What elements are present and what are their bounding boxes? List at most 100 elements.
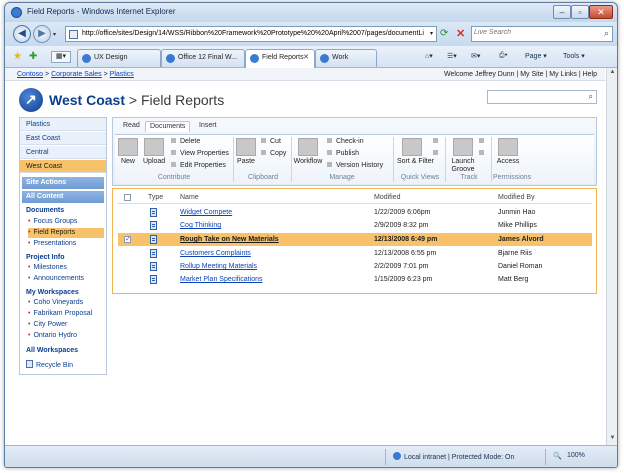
vertical-scrollbar[interactable]: ▲ ▼ (606, 68, 617, 445)
welcome-links[interactable]: Welcome Jeffrey Dunn | My Site | My Link… (444, 71, 597, 78)
document-name-link[interactable]: Rough Take on New Materials (180, 236, 279, 243)
document-name-link[interactable]: Rollup Meeting Materials (180, 263, 257, 270)
quick-tabs-button[interactable]: ▦▾ (51, 51, 71, 63)
site-search-box[interactable]: ⌕ (487, 90, 597, 104)
tab-field-reports[interactable]: Field Reports ✕ (245, 49, 315, 68)
zoom-icon[interactable]: 🔍 (553, 452, 562, 460)
tab-work[interactable]: Work (315, 49, 377, 67)
home-icon[interactable]: ⌂▾ (425, 52, 433, 60)
edit-properties-button[interactable]: Edit Properties (171, 161, 226, 171)
tab-ux-design[interactable]: UX Design (77, 49, 161, 67)
breadcrumb-plastics[interactable]: Plastics (110, 71, 134, 78)
nav-group-project-info[interactable]: Project Info (26, 254, 65, 261)
nav-announcements[interactable]: Announcements (28, 274, 104, 284)
nav-all-workspaces[interactable]: All Workspaces (26, 347, 78, 354)
document-name-link[interactable]: Market Plan Specifications (180, 276, 262, 283)
maximize-button[interactable]: ▫ (571, 5, 589, 19)
track-option-1[interactable] (479, 137, 484, 147)
history-dropdown-icon[interactable]: ▾ (53, 31, 56, 38)
zoom-level[interactable]: 100% (567, 452, 585, 459)
breadcrumb-contoso[interactable]: Contoso (17, 71, 43, 78)
nav-site-west-coast[interactable]: West Coast (20, 160, 106, 173)
track-option-2[interactable] (479, 149, 484, 159)
column-modified[interactable]: Modified (374, 194, 400, 201)
nav-group-my-workspaces[interactable]: My Workspaces (26, 289, 79, 296)
document-name-link[interactable]: Cog Thinking (180, 222, 221, 229)
ribbon-tab-read[interactable]: Read (119, 121, 144, 132)
publish-button[interactable]: Publish (327, 149, 359, 159)
table-row-selected[interactable]: Rough Take on New Materials 12/13/2008 6… (118, 233, 592, 246)
close-button[interactable]: ✕ (589, 5, 613, 19)
add-favorite-icon[interactable]: ✚ (29, 51, 37, 62)
sort-filter-button[interactable]: Sort & Filter (397, 138, 434, 165)
refresh-icon[interactable]: ⟳ (440, 28, 448, 39)
table-row[interactable]: Customers Complaints 12/13/2008 6:55 pm … (118, 247, 592, 260)
mail-icon[interactable]: ✉▾ (471, 52, 480, 60)
scroll-up-icon[interactable]: ▲ (608, 69, 617, 78)
chevron-down-icon[interactable]: ▾ (430, 30, 433, 37)
nav-ontario-hydro[interactable]: Ontario Hydro (28, 331, 104, 341)
all-content-link[interactable]: All Content (22, 191, 104, 203)
live-search-input[interactable] (474, 29, 594, 36)
delete-button[interactable]: Delete (171, 137, 200, 147)
document-name-link[interactable]: Customers Complaints (180, 250, 251, 257)
table-row[interactable]: Rollup Meeting Materials 2/2/2009 7:01 p… (118, 260, 592, 273)
cut-button[interactable]: Cut (261, 137, 281, 147)
paste-button[interactable]: Paste (235, 138, 257, 165)
workflow-button[interactable]: Workflow (293, 138, 323, 165)
page-menu[interactable]: Page ▾ (525, 52, 547, 60)
forward-button[interactable]: ▶ (33, 25, 51, 43)
nav-milestones[interactable]: Milestones (28, 263, 104, 273)
version-history-button[interactable]: Version History (327, 161, 383, 171)
tools-menu[interactable]: Tools ▾ (563, 52, 585, 60)
copy-button[interactable]: Copy (261, 149, 286, 159)
site-actions-menu[interactable]: Site Actions (22, 177, 104, 189)
access-button[interactable]: Access (495, 138, 521, 165)
nav-presentations[interactable]: Presentations (28, 239, 104, 249)
breadcrumb-corporate-sales[interactable]: Corporate Sales (51, 71, 102, 78)
close-tab-icon[interactable]: ✕ (303, 53, 309, 61)
nav-group-documents[interactable]: Documents (26, 207, 64, 214)
live-search-box[interactable]: ⌕ (471, 26, 613, 42)
view-properties-button[interactable]: View Properties (171, 149, 229, 159)
scroll-down-icon[interactable]: ▼ (608, 435, 617, 444)
check-in-button[interactable]: Check-in (327, 137, 364, 147)
column-name[interactable]: Name (180, 194, 199, 201)
print-icon[interactable]: ⎙▾ (499, 52, 508, 60)
column-type[interactable]: Type (148, 194, 163, 201)
table-row[interactable]: Cog Thinking 2/9/2009 8:32 pm Mike Phill… (118, 219, 592, 232)
nav-field-reports[interactable]: Field Reports (28, 228, 104, 238)
ribbon-tab-insert[interactable]: Insert (195, 121, 221, 132)
site-search-input[interactable] (490, 92, 580, 102)
recycle-bin-link[interactable]: Recycle Bin (26, 360, 73, 369)
nav-city-power[interactable]: City Power (28, 320, 104, 330)
nav-site-central[interactable]: Central (20, 146, 106, 159)
nav-coho-vineyards[interactable]: Coho Vineyards (28, 298, 104, 308)
feeds-icon[interactable]: ☰▾ (447, 52, 457, 60)
document-name-link[interactable]: Widget Compete (180, 209, 232, 216)
nav-fabrikam-proposal[interactable]: Fabrikam Proposal (28, 309, 104, 319)
search-icon[interactable]: ⌕ (589, 92, 593, 102)
url-field[interactable]: http://office/sites/Design/14/WSS/Ribbon… (65, 26, 437, 42)
table-row[interactable]: Market Plan Specifications 1/15/2009 6:2… (118, 273, 592, 286)
table-row[interactable]: Widget Compete 1/22/2009 6:06pm Junmin H… (118, 206, 592, 219)
quick-view-option-2[interactable] (433, 149, 438, 159)
column-modified-by[interactable]: Modified By (498, 194, 535, 201)
nav-site-east-coast[interactable]: East Coast (20, 132, 106, 145)
site-title[interactable]: West Coast (49, 92, 125, 108)
ribbon-tab-documents[interactable]: Documents (145, 121, 191, 132)
select-all-checkbox[interactable] (124, 194, 131, 201)
nav-site-plastics[interactable]: Plastics (20, 118, 106, 131)
security-zone[interactable]: Local intranet | Protected Mode: On (393, 452, 514, 461)
stop-icon[interactable]: ✕ (456, 27, 465, 40)
launch-groove-button[interactable]: Launch Groove (449, 138, 477, 174)
row-checkbox[interactable] (124, 235, 131, 243)
search-icon[interactable]: ⌕ (604, 28, 609, 39)
tab-office-12[interactable]: Office 12 Final W... (161, 49, 245, 67)
back-button[interactable]: ◀ (13, 25, 31, 43)
upload-button[interactable]: Upload (143, 138, 165, 165)
quick-view-option-1[interactable] (433, 137, 438, 147)
minimize-button[interactable]: – (553, 5, 571, 19)
favorites-star-icon[interactable]: ★ (13, 51, 22, 62)
new-button[interactable]: New (117, 138, 139, 165)
